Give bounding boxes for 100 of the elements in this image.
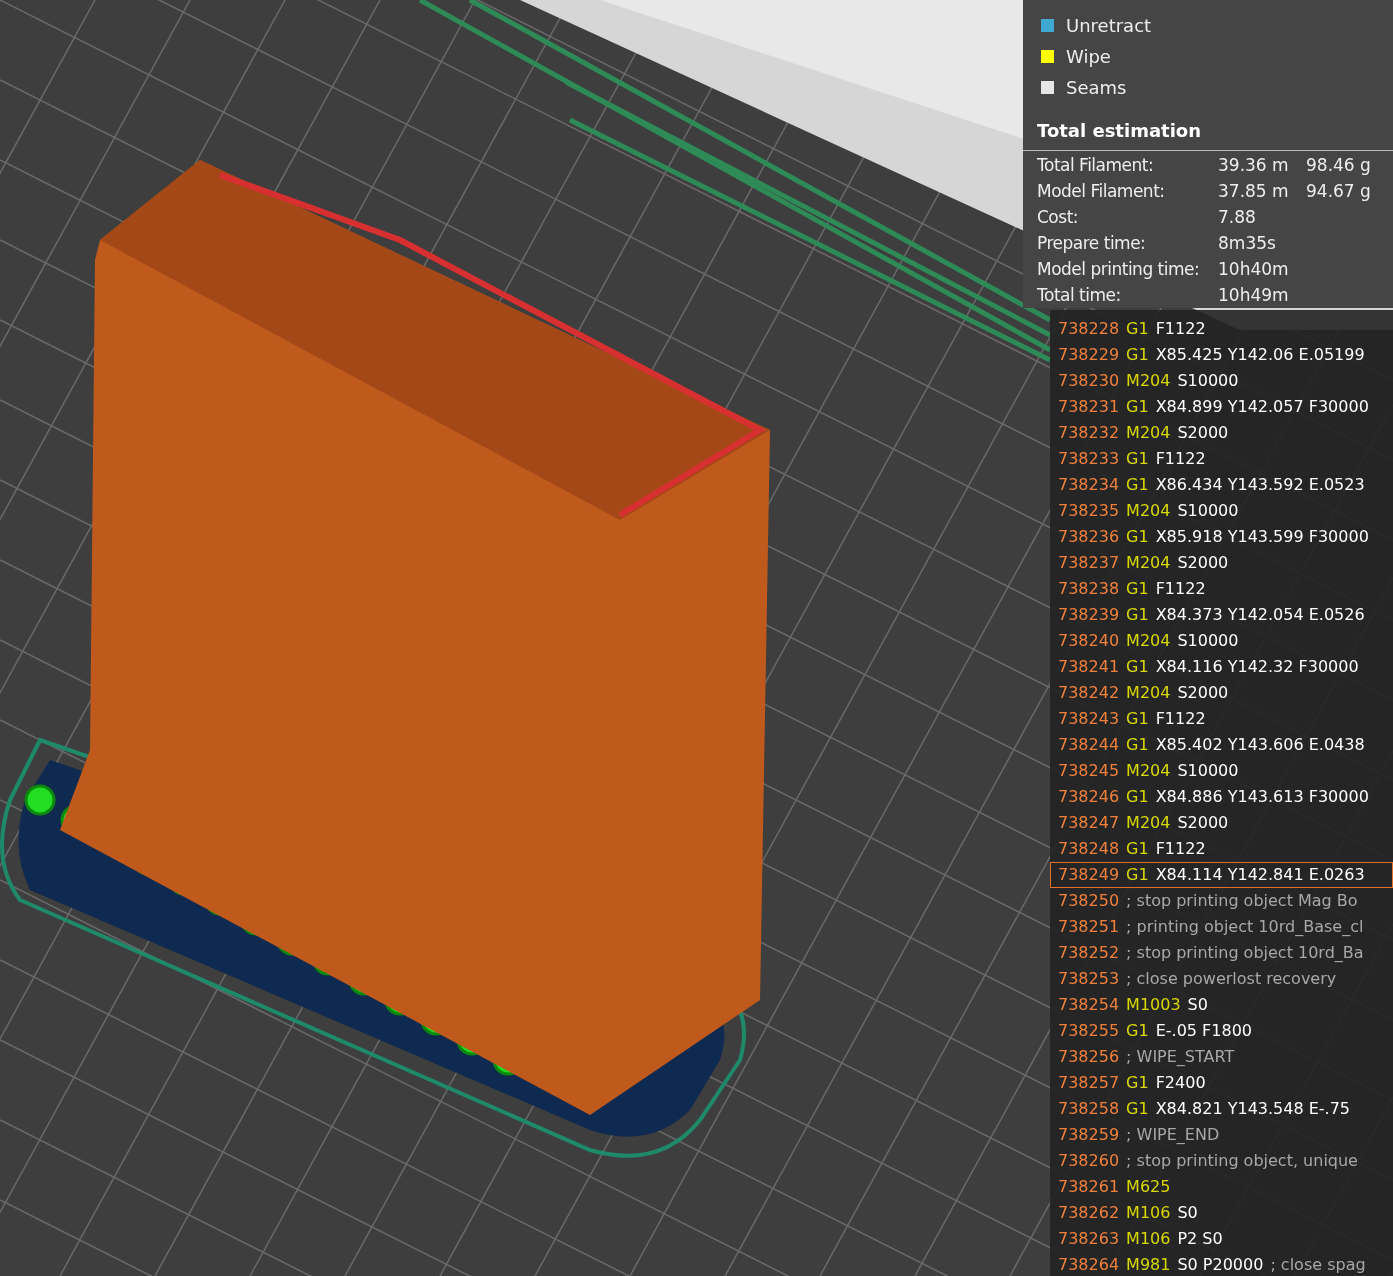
gcode-command: G1 — [1126, 578, 1149, 600]
gcode-command: G1 — [1126, 838, 1149, 860]
gcode-command: G1 — [1126, 604, 1149, 626]
gcode-line[interactable]: 738230 M204 S10000 — [1050, 368, 1393, 394]
gcode-line[interactable]: 738247 M204 S2000 — [1050, 810, 1393, 836]
gcode-line[interactable]: 738229 G1 X85.425 Y142.06 E.05199 — [1050, 342, 1393, 368]
line-number: 738251 — [1058, 916, 1120, 938]
estimation-value: 94.67 g — [1306, 180, 1371, 204]
gcode-command: G1 — [1126, 448, 1149, 470]
line-number: 738234 — [1058, 474, 1120, 496]
gcode-command: M981 — [1126, 1254, 1171, 1276]
line-number: 738261 — [1058, 1176, 1120, 1198]
gcode-command: G1 — [1126, 734, 1149, 756]
line-number: 738249 — [1058, 864, 1120, 886]
line-number: 738264 — [1058, 1254, 1120, 1276]
gcode-params: F1122 — [1155, 448, 1206, 470]
gcode-line[interactable]: 738260 ; stop printing object, unique — [1050, 1148, 1393, 1174]
line-number: 738230 — [1058, 370, 1120, 392]
gcode-params: S0 — [1187, 994, 1208, 1016]
gcode-params: X85.402 Y143.606 E.0438 — [1155, 734, 1365, 756]
gcode-line[interactable]: 738235 M204 S10000 — [1050, 498, 1393, 524]
gcode-line[interactable]: 738237 M204 S2000 — [1050, 550, 1393, 576]
gcode-command: G1 — [1126, 708, 1149, 730]
gcode-command: M204 — [1126, 760, 1171, 782]
gcode-line[interactable]: 738234 G1 X86.434 Y143.592 E.0523 — [1050, 472, 1393, 498]
gcode-command: G1 — [1126, 344, 1149, 366]
gcode-command: M204 — [1126, 370, 1171, 392]
line-number: 738254 — [1058, 994, 1120, 1016]
gcode-line[interactable]: 738251 ; printing object 10rd_Base_cl — [1050, 914, 1393, 940]
gcode-params: S10000 — [1177, 370, 1239, 392]
gcode-line[interactable]: 738241 G1 X84.116 Y142.32 F30000 — [1050, 654, 1393, 680]
gcode-line[interactable]: 738239 G1 X84.373 Y142.054 E.0526 — [1050, 602, 1393, 628]
estimation-value: 10h49m — [1218, 284, 1290, 308]
gcode-line[interactable]: 738253 ; close powerlost recovery — [1050, 966, 1393, 992]
gcode-params: S10000 — [1177, 630, 1239, 652]
gcode-params: X84.116 Y142.32 F30000 — [1155, 656, 1359, 678]
gcode-line[interactable]: 738242 M204 S2000 — [1050, 680, 1393, 706]
gcode-params: F1122 — [1155, 578, 1206, 600]
gcode-comment: ; stop printing object 10rd_Ba — [1126, 942, 1364, 964]
gcode-params: X85.918 Y143.599 F30000 — [1155, 526, 1369, 548]
estimation-label: Model printing time: — [1037, 258, 1201, 282]
gcode-line[interactable]: 738228 G1 F1122 — [1050, 316, 1393, 342]
line-number: 738229 — [1058, 344, 1120, 366]
gcode-line[interactable]: 738233 G1 F1122 — [1050, 446, 1393, 472]
line-number: 738258 — [1058, 1098, 1120, 1120]
gcode-line[interactable]: 738243 G1 F1122 — [1050, 706, 1393, 732]
line-number: 738247 — [1058, 812, 1120, 834]
gcode-command: M204 — [1126, 682, 1171, 704]
gcode-command: G1 — [1126, 396, 1149, 418]
gcode-line[interactable]: 738246 G1 X84.886 Y143.613 F30000 — [1050, 784, 1393, 810]
gcode-line[interactable]: 738238 G1 F1122 — [1050, 576, 1393, 602]
line-number: 738256 — [1058, 1046, 1120, 1068]
gcode-params: S0 P20000 — [1177, 1254, 1264, 1276]
gcode-line[interactable]: 738263 M106 P2 S0 — [1050, 1226, 1393, 1252]
estimation-value: 98.46 g — [1306, 154, 1371, 178]
gcode-comment: ; stop printing object Mag Bo — [1126, 890, 1358, 912]
estimation-label: Cost: — [1037, 206, 1080, 230]
gcode-line[interactable]: 738261 M625 — [1050, 1174, 1393, 1200]
gcode-line[interactable]: 738232 M204 S2000 — [1050, 420, 1393, 446]
gcode-command: M106 — [1126, 1228, 1171, 1250]
gcode-command: M204 — [1126, 552, 1171, 574]
estimation-label: Prepare time: — [1037, 232, 1147, 256]
gcode-line[interactable]: 738259 ; WIPE_END — [1050, 1122, 1393, 1148]
gcode-line[interactable]: 738254 M1003 S0 — [1050, 992, 1393, 1018]
gcode-line[interactable]: 738231 G1 X84.899 Y142.057 F30000 — [1050, 394, 1393, 420]
legend-label: Unretract — [1066, 14, 1152, 38]
gcode-line[interactable]: 738256 ; WIPE_START — [1050, 1044, 1393, 1070]
line-number: 738241 — [1058, 656, 1120, 678]
gcode-line[interactable]: 738255 G1 E-.05 F1800 — [1050, 1018, 1393, 1044]
gcode-line[interactable]: 738250 ; stop printing object Mag Bo — [1050, 888, 1393, 914]
line-number: 738253 — [1058, 968, 1120, 990]
gcode-params: S10000 — [1177, 760, 1239, 782]
gcode-params: X84.886 Y143.613 F30000 — [1155, 786, 1369, 808]
gcode-line[interactable]: 738244 G1 X85.402 Y143.606 E.0438 — [1050, 732, 1393, 758]
line-number: 738232 — [1058, 422, 1120, 444]
gcode-comment: ; stop printing object, unique — [1126, 1150, 1358, 1172]
line-number: 738239 — [1058, 604, 1120, 626]
gcode-line[interactable]: 738258 G1 X84.821 Y143.548 E-.75 — [1050, 1096, 1393, 1122]
gcode-comment: ; close spag — [1270, 1254, 1366, 1276]
gcode-command: M1003 — [1126, 994, 1181, 1016]
gcode-line[interactable]: 738240 M204 S10000 — [1050, 628, 1393, 654]
gcode-line[interactable]: 738262 M106 S0 — [1050, 1200, 1393, 1226]
gcode-line[interactable]: 738257 G1 F2400 — [1050, 1070, 1393, 1096]
line-number: 738231 — [1058, 396, 1120, 418]
estimation-value: 37.85 m — [1218, 180, 1290, 204]
gcode-command: M204 — [1126, 422, 1171, 444]
gcode-line[interactable]: 738236 G1 X85.918 Y143.599 F30000 — [1050, 524, 1393, 550]
line-number: 738233 — [1058, 448, 1120, 470]
estimation-label: Model Filament: — [1037, 180, 1166, 204]
gcode-command: M204 — [1126, 630, 1171, 652]
gcode-command: G1 — [1126, 786, 1149, 808]
estimation-value: 10h40m — [1218, 258, 1290, 282]
line-number: 738257 — [1058, 1072, 1120, 1094]
estimation-label: Total Filament: — [1037, 154, 1155, 178]
gcode-line[interactable]: 738252 ; stop printing object 10rd_Ba — [1050, 940, 1393, 966]
gcode-line[interactable]: 738245 M204 S10000 — [1050, 758, 1393, 784]
gcode-params: F1122 — [1155, 708, 1206, 730]
line-number: 738245 — [1058, 760, 1120, 782]
gcode-line[interactable]: 738248 G1 F1122 — [1050, 836, 1393, 862]
gcode-line[interactable]: 738264 M981 S0 P20000 ; close spag — [1050, 1252, 1393, 1276]
